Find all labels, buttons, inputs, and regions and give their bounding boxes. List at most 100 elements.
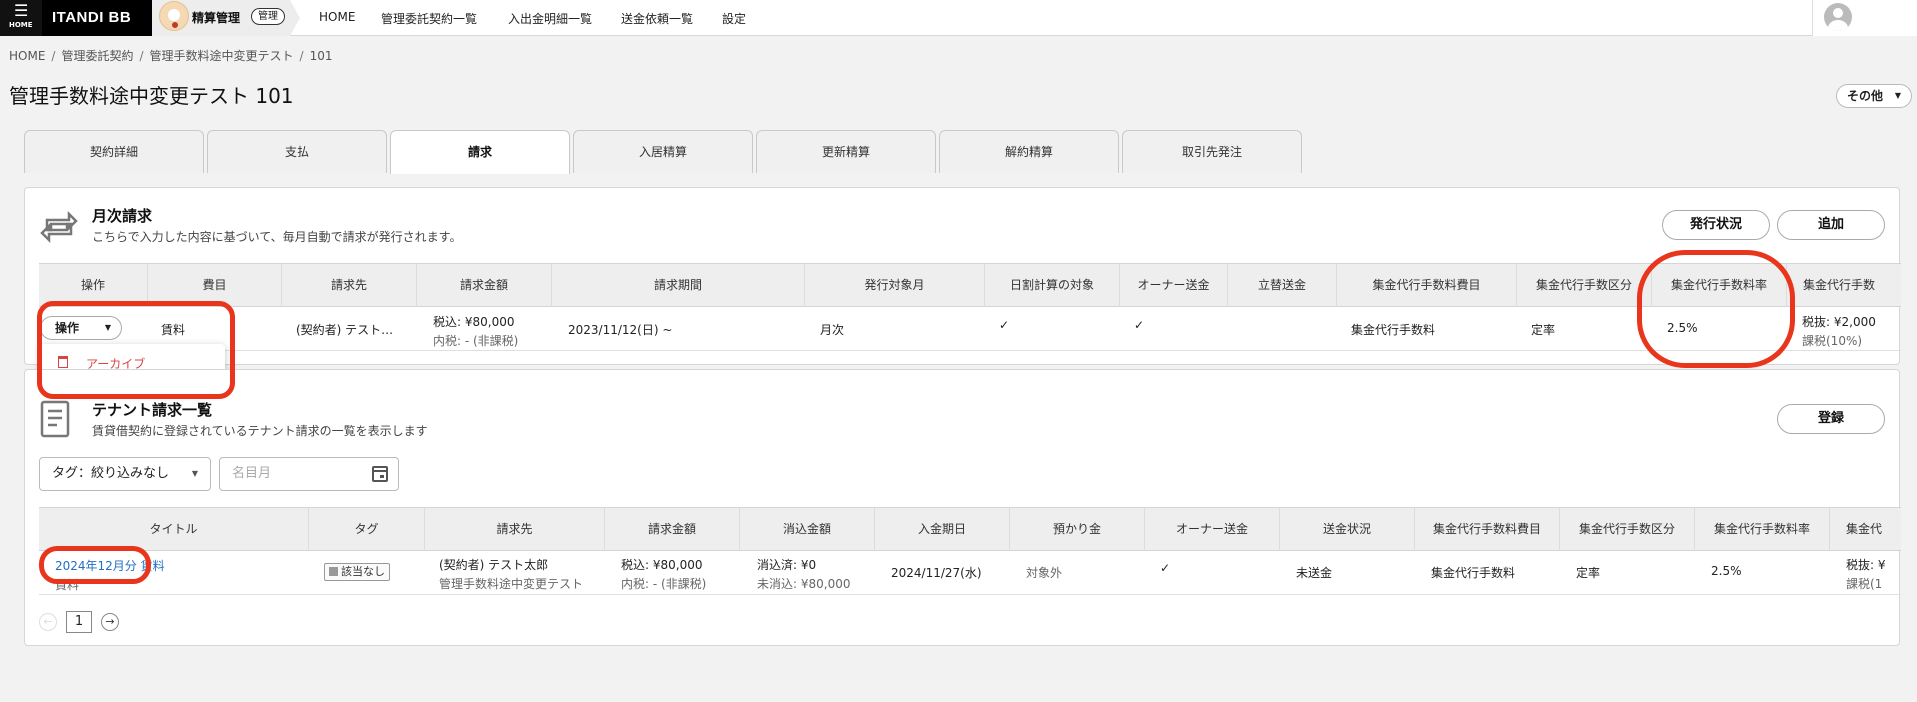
item-link[interactable]: 賃料 <box>161 321 185 338</box>
nav-statements[interactable]: 入出金明細一覧 <box>508 10 592 27</box>
tenant-bill-title-link[interactable]: 2024年12月分 賃料 <box>55 559 165 573</box>
target-month-cell: 月次 <box>820 323 845 337</box>
tag-chip: 該当なし <box>324 563 390 581</box>
col-header: 請求先 <box>282 263 417 307</box>
calendar-icon[interactable] <box>372 466 388 482</box>
col-header: 消込金額 <box>740 507 875 551</box>
caret-down-icon: ▼ <box>191 469 198 478</box>
amount-cell: 税込: ¥80,000 内税: - (非課税) <box>621 556 706 592</box>
breadcrumb-room: 101 <box>309 49 333 63</box>
owner-remit-check-icon: ✓ <box>1160 561 1171 575</box>
tag-label: 該当なし <box>341 565 385 578</box>
document-list-icon <box>40 400 70 438</box>
breadcrumb-contracts[interactable]: 管理委託契約 <box>61 49 133 63</box>
top-navigation-bar: ☰ HOME ITANDI BB 精算管理 管理 HOME 管理委託契約一覧 入… <box>0 0 1917 36</box>
col-header: 入金期日 <box>875 507 1010 551</box>
prev-page-button[interactable]: ← <box>39 613 57 631</box>
issue-status-button[interactable]: 発行状況 <box>1662 210 1770 240</box>
nav-settings[interactable]: 設定 <box>722 10 746 27</box>
col-header: 集金代行手数料費目 <box>1415 507 1560 551</box>
hamburger-menu-button[interactable]: ☰ HOME <box>0 0 42 36</box>
month-filter-placeholder: 名目月 <box>232 466 272 481</box>
breadcrumb-contract[interactable]: 管理手数料途中変更テスト <box>150 49 294 63</box>
caret-down-icon: ▼ <box>104 323 111 332</box>
due-date-cell: 2024/11/27(水) <box>891 566 982 580</box>
col-header: 請求期間 <box>552 263 805 307</box>
fee-type-cell: 定率 <box>1576 566 1601 580</box>
col-header: 集金代行手数区分 <box>1560 507 1695 551</box>
monthly-description: こちらで入力した内容に基づいて、毎月自動で請求が発行されます。 <box>92 230 462 244</box>
add-button[interactable]: 追加 <box>1777 210 1885 240</box>
tag-cell: 該当なし <box>324 563 390 581</box>
deposit-cell: 対象外 <box>1026 566 1063 580</box>
page-title: 管理手数料途中変更テスト 101 <box>9 84 294 108</box>
period-cell: 2023/11/12(日) ~ <box>568 323 673 337</box>
app-mascot-icon <box>159 1 189 31</box>
operation-button[interactable]: 操作 ▼ <box>40 316 122 340</box>
col-header: タイトル <box>39 507 309 551</box>
app-switcher[interactable]: 精算管理 管理 <box>152 0 300 36</box>
breadcrumb-home[interactable]: HOME <box>9 49 45 63</box>
tenant-description: 賃貸借契約に登録されているテナント請求の一覧を表示します <box>92 424 428 438</box>
prorated-check-icon: ✓ <box>999 318 1010 332</box>
tab-billing[interactable]: 請求 <box>390 130 570 174</box>
register-button[interactable]: 登録 <box>1777 404 1885 434</box>
fee-cell: 税抜: ¥ 課税(1 <box>1846 556 1886 592</box>
other-menu-button[interactable]: その他 ▼ <box>1836 84 1912 108</box>
fee-value: 税抜: ¥ <box>1846 558 1886 572</box>
monthly-billing-table: 操作 費目 請求先 請求金額 請求期間 発行対象月 日割計算の対象 オーナー送金… <box>39 263 1901 353</box>
tenant-billing-panel: テナント請求一覧 賃貸借契約に登録されているテナント請求の一覧を表示します 登録… <box>24 369 1901 646</box>
tenant-title: テナント請求一覧 <box>92 401 213 419</box>
col-header: タグ <box>309 507 425 551</box>
caret-down-icon: ▼ <box>1894 91 1901 100</box>
col-header: 日割計算の対象 <box>985 263 1120 307</box>
col-header: 送金状況 <box>1280 507 1415 551</box>
col-header: 発行対象月 <box>805 263 985 307</box>
monthly-billing-panel: 月次請求 こちらで入力した内容に基づいて、毎月自動で請求が発行されます。 発行状… <box>24 187 1901 365</box>
hamburger-icon: ☰ <box>14 1 29 20</box>
col-header: 集金代行手数料率 <box>1652 263 1787 307</box>
col-header: 操作 <box>39 263 148 307</box>
col-header: 集金代 <box>1830 507 1901 551</box>
nav-remittance-requests[interactable]: 送金依頼一覧 <box>621 10 693 27</box>
itandi-logo[interactable]: ITANDI BB <box>42 0 152 36</box>
next-page-button[interactable]: → <box>101 613 119 631</box>
tag-filter-select[interactable]: タグ：絞り込みなし ▼ <box>39 457 211 491</box>
remit-status-cell: 未送金 <box>1296 566 1333 580</box>
amount-cell: 税込: ¥80,000 内税: - (非課税) <box>433 313 518 349</box>
app-role-badge: 管理 <box>251 8 285 25</box>
tab-contract-details[interactable]: 契約詳細 <box>24 130 204 173</box>
fee-item-cell: 集金代行手数料 <box>1431 566 1516 580</box>
owner-remit-check-icon: ✓ <box>1134 318 1145 332</box>
fee-rate-cell: 2.5% <box>1667 321 1698 335</box>
tab-payment[interactable]: 支払 <box>207 130 387 173</box>
col-header: 預かり金 <box>1010 507 1145 551</box>
col-header: 立替送金 <box>1228 263 1337 307</box>
tab-vendor-order[interactable]: 取引先発注 <box>1122 130 1302 173</box>
tab-renewal[interactable]: 更新精算 <box>756 130 936 173</box>
col-header: 費目 <box>148 263 282 307</box>
tab-move-in[interactable]: 入居精算 <box>573 130 753 173</box>
menu-home-label: HOME <box>9 21 33 29</box>
nav-home[interactable]: HOME <box>319 10 355 24</box>
col-header: 請求金額 <box>417 263 552 307</box>
month-filter-input[interactable]: 名目月 <box>219 457 399 491</box>
col-header: 集金代行手数区分 <box>1517 263 1652 307</box>
monthly-title: 月次請求 <box>92 207 153 225</box>
fee-type-cell: 定率 <box>1531 323 1556 337</box>
user-menu[interactable] <box>1812 0 1917 36</box>
repeat-icon <box>40 210 78 244</box>
page-number[interactable]: 1 <box>66 611 92 633</box>
app-name: 精算管理 <box>192 11 241 25</box>
col-header: 請求先 <box>425 507 605 551</box>
fee-tax: 課税(1 <box>1846 577 1883 591</box>
trash-icon <box>58 356 68 368</box>
amount-value: 税込: ¥80,000 <box>433 315 515 329</box>
uncleared-value: 未消込: ¥80,000 <box>757 577 851 591</box>
col-header: 集金代行手数料率 <box>1695 507 1830 551</box>
tab-cancellation[interactable]: 解約精算 <box>939 130 1119 173</box>
nav-contracts[interactable]: 管理委託契約一覧 <box>381 10 477 27</box>
fee-item-cell: 集金代行手数料 <box>1351 323 1436 337</box>
col-header: 集金代行手数 <box>1787 263 1901 307</box>
billing-to-sub: 管理手数料途中変更テスト <box>439 577 584 591</box>
